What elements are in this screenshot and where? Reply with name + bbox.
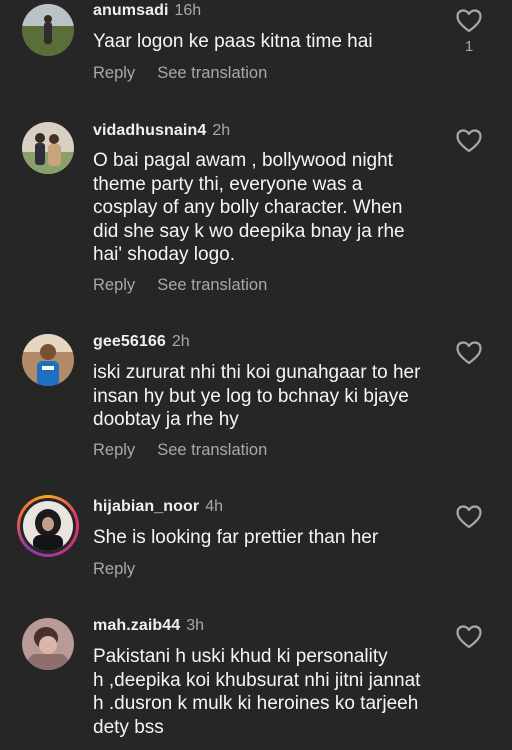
avatar[interactable]	[22, 122, 74, 174]
like-button[interactable]	[456, 341, 482, 365]
see-translation-button[interactable]: See translation	[157, 440, 267, 460]
avatar[interactable]	[22, 4, 74, 56]
comment-item: gee56166 2h iski zururat nhi thi koi guna…	[0, 330, 512, 465]
comment-username[interactable]: hijabian_noor	[93, 498, 199, 515]
comment-time: 16h	[174, 2, 202, 19]
like-button[interactable]	[456, 129, 482, 153]
comment-username[interactable]: anumsadi	[93, 2, 169, 19]
like-button[interactable]	[456, 625, 482, 649]
comment-text: Yaar logon ke paas kitna time hai	[93, 31, 373, 52]
like-count: 1	[464, 38, 474, 55]
comments-list: anumsadi 16h Yaar logon ke paas kitna tim…	[0, 0, 512, 750]
comment-item: anumsadi 16h Yaar logon ke paas kitna tim…	[0, 0, 512, 110]
see-translation-button[interactable]: See translation	[157, 63, 267, 83]
like-button[interactable]	[456, 505, 482, 529]
comment-username[interactable]: vidadhusnain4	[93, 122, 206, 139]
comment-item: hijabian_noor 4h She is looking far prett…	[0, 492, 512, 592]
heart-outline-icon	[456, 9, 482, 33]
avatar[interactable]	[22, 618, 74, 670]
comment-text: Pakistani h uski khud ki personality h ,…	[93, 646, 421, 738]
comment-text: She is looking far prettier than her	[93, 527, 379, 548]
heart-outline-icon	[456, 625, 482, 649]
comment-text: iski zururat nhi thi koi gunahgaar to he…	[93, 362, 421, 430]
comment-item: vidadhusnain4 2h O bai pagal awam , bolly…	[0, 118, 512, 308]
avatar[interactable]	[22, 334, 74, 386]
comment-username[interactable]: gee56166	[93, 333, 166, 350]
comment-text: O bai pagal awam , bollywood night theme…	[93, 150, 405, 265]
heart-outline-icon	[456, 341, 482, 365]
reply-button[interactable]: Reply	[93, 559, 135, 579]
heart-outline-icon	[456, 505, 482, 529]
heart-outline-icon	[456, 129, 482, 153]
comment-time: 3h	[186, 617, 205, 634]
comment-time: 2h	[171, 333, 190, 350]
like-button[interactable]	[456, 9, 482, 33]
comment-username[interactable]: mah.zaib44	[93, 617, 180, 634]
avatar-story-ring[interactable]	[17, 495, 79, 557]
reply-button[interactable]: Reply	[93, 63, 135, 83]
comment-time: 4h	[205, 498, 223, 515]
reply-button[interactable]: Reply	[93, 275, 135, 295]
see-translation-button[interactable]: See translation	[157, 275, 267, 295]
comment-item: mah.zaib44 3h Pakistani h uski khud ki pe…	[0, 614, 512, 750]
comment-time: 2h	[212, 122, 231, 139]
reply-button[interactable]: Reply	[93, 440, 135, 460]
